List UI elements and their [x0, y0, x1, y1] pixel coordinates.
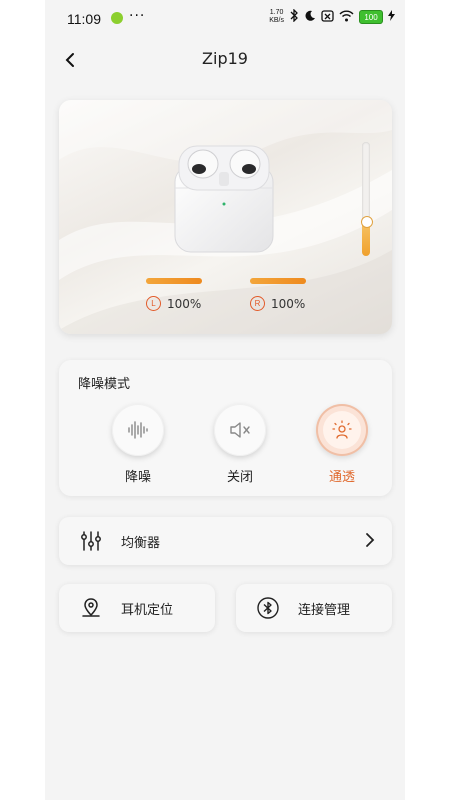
network-speed-unit: KB/s [269, 17, 284, 24]
charging-bolt-icon [388, 10, 395, 24]
bluetooth-icon [257, 597, 279, 619]
earbuds-case-image [174, 145, 274, 253]
wifi-icon [339, 10, 354, 25]
equalizer-sliders-icon [81, 531, 101, 551]
earbud-status-card: L 100% R 100% [59, 100, 392, 334]
do-not-disturb-moon-icon [304, 10, 316, 25]
left-battery-label: L 100% [146, 296, 201, 311]
right-battery-percent: 100% [271, 296, 306, 311]
sound-wave-icon [128, 421, 148, 439]
right-battery-fill [250, 278, 306, 284]
noise-mode-card: 降噪模式 降噪 关闭 通透 [59, 360, 392, 496]
more-notifications-icon: ··· [129, 8, 146, 24]
mode-label-noise-cancel: 降噪 [124, 470, 151, 485]
network-speed-value: 1.70 [269, 9, 284, 16]
status-time: 11:09 [67, 11, 101, 27]
phone-screen: 11:09 ··· 1.70 KB/s 100 Zip19 L 100% R 1… [45, 0, 405, 800]
bluetooth-status-icon [289, 8, 299, 25]
noise-off-button[interactable] [214, 404, 266, 456]
chevron-right-icon [362, 530, 378, 554]
status-bar: 11:09 ··· 1.70 KB/s 100 [45, 0, 405, 38]
left-battery-fill [146, 278, 202, 284]
noise-mode-title: 降噪模式 [78, 377, 131, 392]
earbud-locate-label: 耳机定位 [121, 603, 174, 618]
mode-label-off: 关闭 [226, 470, 253, 485]
noise-cancel-button[interactable] [112, 404, 164, 456]
left-battery-bar [146, 278, 202, 284]
volume-slider-thumb[interactable] [361, 216, 373, 228]
location-pin-icon [82, 598, 100, 617]
left-battery-percent: 100% [167, 296, 202, 311]
notification-app-icon [111, 12, 123, 24]
right-badge: R [250, 296, 265, 311]
mode-label-transparency: 通透 [328, 470, 355, 485]
mode-noise-cancel[interactable]: 降噪 [108, 404, 168, 485]
network-speed: 1.70 KB/s [269, 9, 284, 25]
mode-off[interactable]: 关闭 [210, 404, 270, 485]
volume-slider[interactable] [361, 142, 373, 256]
right-battery-label: R 100% [250, 296, 305, 311]
equalizer-row[interactable]: 均衡器 [59, 517, 392, 565]
ambient-user-icon [332, 420, 352, 439]
connection-manage-button[interactable]: 连接管理 [236, 584, 392, 632]
battery-indicator: 100 [359, 10, 383, 24]
left-badge: L [146, 296, 161, 311]
transparency-button-inner [323, 411, 361, 449]
transparency-button[interactable] [316, 404, 368, 456]
speaker-mute-icon [230, 422, 250, 438]
app-header: Zip19 [45, 40, 405, 80]
page-title: Zip19 [202, 49, 248, 68]
mode-transparency[interactable]: 通透 [312, 404, 372, 485]
status-icons: 1.70 KB/s 100 [269, 8, 395, 25]
equalizer-label: 均衡器 [121, 536, 161, 551]
connection-manage-label: 连接管理 [298, 603, 351, 618]
no-sim-icon [321, 9, 334, 25]
right-battery-bar [250, 278, 306, 284]
earbud-locate-button[interactable]: 耳机定位 [59, 584, 215, 632]
